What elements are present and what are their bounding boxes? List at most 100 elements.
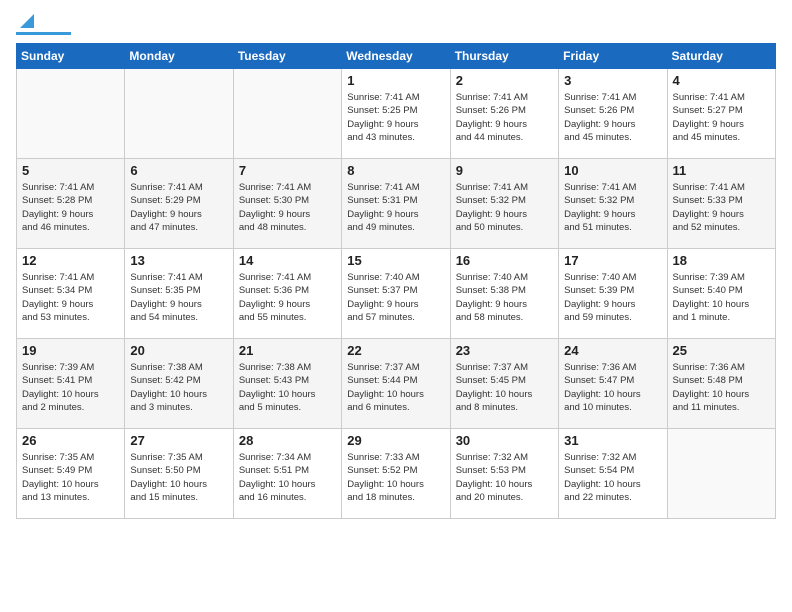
day-number: 25 [673,343,770,358]
calendar-cell: 31 Sunrise: 7:32 AM Sunset: 5:54 PM Dayli… [559,429,667,519]
calendar-cell: 25Sunrise: 7:36 AM Sunset: 5:48 PM Dayli… [667,339,775,429]
day-content: Sunrise: 7:39 AM Sunset: 5:41 PM Dayligh… [22,361,119,414]
day-number: 9 [456,163,553,178]
calendar-cell: 14 Sunrise: 7:41 AM Sunset: 5:36 PM Dayli… [233,249,341,339]
calendar-cell: 5 Sunrise: 7:41 AM Sunset: 5:28 PM Daylig… [17,159,125,249]
calendar-cell: 9 Sunrise: 7:41 AM Sunset: 5:32 PM Daylig… [450,159,558,249]
day-content: Sunrise: 7:41 AM Sunset: 5:26 PM Dayligh… [456,91,553,144]
header-friday: Friday [559,44,667,69]
calendar-cell: 12 Sunrise: 7:41 AM Sunset: 5:34 PM Dayli… [17,249,125,339]
day-number: 17 [564,253,661,268]
calendar-cell: 7 Sunrise: 7:41 AM Sunset: 5:30 PM Daylig… [233,159,341,249]
calendar-cell: 20 Sunrise: 7:38 AM Sunset: 5:42 PM Dayli… [125,339,233,429]
calendar-cell: 21Sunrise: 7:38 AM Sunset: 5:43 PM Dayli… [233,339,341,429]
logo [16,16,71,35]
calendar-cell: 2 Sunrise: 7:41 AM Sunset: 5:26 PM Daylig… [450,69,558,159]
calendar-cell: 16 Sunrise: 7:40 AM Sunset: 5:38 PM Dayli… [450,249,558,339]
day-content: Sunrise: 7:41 AM Sunset: 5:29 PM Dayligh… [130,181,227,234]
calendar-cell: 18 Sunrise: 7:39 AM Sunset: 5:40 PM Dayli… [667,249,775,339]
day-content: Sunrise: 7:40 AM Sunset: 5:38 PM Dayligh… [456,271,553,324]
day-number: 21 [239,343,336,358]
day-number: 3 [564,73,661,88]
day-number: 20 [130,343,227,358]
page-header [16,16,776,35]
logo-underline [16,32,71,35]
calendar-cell [667,429,775,519]
calendar-cell [125,69,233,159]
day-content: Sunrise: 7:41 AM Sunset: 5:25 PM Dayligh… [347,91,444,144]
calendar-cell: 15 Sunrise: 7:40 AM Sunset: 5:37 PM Dayli… [342,249,450,339]
calendar-cell: 17 Sunrise: 7:40 AM Sunset: 5:39 PM Dayli… [559,249,667,339]
day-content: Sunrise: 7:40 AM Sunset: 5:39 PM Dayligh… [564,271,661,324]
calendar-cell: 6Sunrise: 7:41 AM Sunset: 5:29 PM Daylig… [125,159,233,249]
day-content: Sunrise: 7:41 AM Sunset: 5:36 PM Dayligh… [239,271,336,324]
calendar-cell: 3 Sunrise: 7:41 AM Sunset: 5:26 PM Daylig… [559,69,667,159]
day-number: 5 [22,163,119,178]
day-number: 13 [130,253,227,268]
day-content: Sunrise: 7:37 AM Sunset: 5:44 PM Dayligh… [347,361,444,414]
day-number: 22 [347,343,444,358]
day-content: Sunrise: 7:41 AM Sunset: 5:30 PM Dayligh… [239,181,336,234]
calendar-cell: 24 Sunrise: 7:36 AM Sunset: 5:47 PM Dayli… [559,339,667,429]
calendar-cell: 27Sunrise: 7:35 AM Sunset: 5:50 PM Dayli… [125,429,233,519]
day-content: Sunrise: 7:41 AM Sunset: 5:27 PM Dayligh… [673,91,770,144]
calendar-cell: 26Sunrise: 7:35 AM Sunset: 5:49 PM Dayli… [17,429,125,519]
calendar-header-row: SundayMondayTuesdayWednesdayThursdayFrid… [17,44,776,69]
day-content: Sunrise: 7:32 AM Sunset: 5:54 PM Dayligh… [564,451,661,504]
day-number: 23 [456,343,553,358]
day-content: Sunrise: 7:36 AM Sunset: 5:47 PM Dayligh… [564,361,661,414]
day-number: 26 [22,433,119,448]
day-content: Sunrise: 7:39 AM Sunset: 5:40 PM Dayligh… [673,271,770,324]
day-number: 30 [456,433,553,448]
header-tuesday: Tuesday [233,44,341,69]
day-content: Sunrise: 7:41 AM Sunset: 5:35 PM Dayligh… [130,271,227,324]
day-content: Sunrise: 7:41 AM Sunset: 5:28 PM Dayligh… [22,181,119,234]
day-number: 29 [347,433,444,448]
day-number: 2 [456,73,553,88]
day-number: 10 [564,163,661,178]
day-content: Sunrise: 7:41 AM Sunset: 5:26 PM Dayligh… [564,91,661,144]
calendar-cell: 30 Sunrise: 7:32 AM Sunset: 5:53 PM Dayli… [450,429,558,519]
calendar-cell: 19 Sunrise: 7:39 AM Sunset: 5:41 PM Dayli… [17,339,125,429]
day-content: Sunrise: 7:37 AM Sunset: 5:45 PM Dayligh… [456,361,553,414]
calendar-week-1: 1 Sunrise: 7:41 AM Sunset: 5:25 PM Daylig… [17,69,776,159]
day-content: Sunrise: 7:38 AM Sunset: 5:42 PM Dayligh… [130,361,227,414]
day-number: 24 [564,343,661,358]
day-content: Sunrise: 7:32 AM Sunset: 5:53 PM Dayligh… [456,451,553,504]
day-content: Sunrise: 7:41 AM Sunset: 5:32 PM Dayligh… [456,181,553,234]
day-content: Sunrise: 7:33 AM Sunset: 5:52 PM Dayligh… [347,451,444,504]
calendar-cell: 10 Sunrise: 7:41 AM Sunset: 5:32 PM Dayli… [559,159,667,249]
day-content: Sunrise: 7:40 AM Sunset: 5:37 PM Dayligh… [347,271,444,324]
calendar-cell: 13 Sunrise: 7:41 AM Sunset: 5:35 PM Dayli… [125,249,233,339]
calendar-week-5: 26Sunrise: 7:35 AM Sunset: 5:49 PM Dayli… [17,429,776,519]
calendar-cell: 1 Sunrise: 7:41 AM Sunset: 5:25 PM Daylig… [342,69,450,159]
day-number: 1 [347,73,444,88]
header-monday: Monday [125,44,233,69]
day-content: Sunrise: 7:34 AM Sunset: 5:51 PM Dayligh… [239,451,336,504]
day-number: 12 [22,253,119,268]
day-number: 31 [564,433,661,448]
calendar-week-3: 12 Sunrise: 7:41 AM Sunset: 5:34 PM Dayli… [17,249,776,339]
day-number: 16 [456,253,553,268]
calendar-cell: 23 Sunrise: 7:37 AM Sunset: 5:45 PM Dayli… [450,339,558,429]
calendar-cell: 29 Sunrise: 7:33 AM Sunset: 5:52 PM Dayli… [342,429,450,519]
day-number: 15 [347,253,444,268]
day-content: Sunrise: 7:41 AM Sunset: 5:34 PM Dayligh… [22,271,119,324]
header-sunday: Sunday [17,44,125,69]
day-content: Sunrise: 7:41 AM Sunset: 5:32 PM Dayligh… [564,181,661,234]
day-content: Sunrise: 7:35 AM Sunset: 5:50 PM Dayligh… [130,451,227,504]
calendar-cell: 22 Sunrise: 7:37 AM Sunset: 5:44 PM Dayli… [342,339,450,429]
day-number: 19 [22,343,119,358]
day-number: 14 [239,253,336,268]
calendar-cell: 8Sunrise: 7:41 AM Sunset: 5:31 PM Daylig… [342,159,450,249]
calendar-cell: 28 Sunrise: 7:34 AM Sunset: 5:51 PM Dayli… [233,429,341,519]
day-number: 11 [673,163,770,178]
day-content: Sunrise: 7:41 AM Sunset: 5:33 PM Dayligh… [673,181,770,234]
day-number: 28 [239,433,336,448]
day-number: 7 [239,163,336,178]
calendar-week-4: 19 Sunrise: 7:39 AM Sunset: 5:41 PM Dayli… [17,339,776,429]
day-number: 18 [673,253,770,268]
day-content: Sunrise: 7:41 AM Sunset: 5:31 PM Dayligh… [347,181,444,234]
header-thursday: Thursday [450,44,558,69]
calendar-cell [233,69,341,159]
